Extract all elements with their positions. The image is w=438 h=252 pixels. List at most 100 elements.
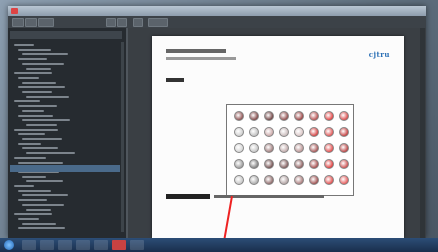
toolbar-button-3[interactable]: [38, 18, 54, 27]
sample-swatch: [294, 159, 304, 169]
tree-item[interactable]: [26, 67, 51, 70]
sample-swatch: [339, 111, 349, 121]
document-header: [166, 49, 226, 53]
toolbar-button-5[interactable]: [117, 18, 127, 27]
toolbar-button-7[interactable]: [148, 18, 168, 27]
tree-item[interactable]: [18, 189, 51, 192]
tree-item[interactable]: [22, 222, 56, 225]
tree-item[interactable]: [22, 62, 64, 65]
tree-item[interactable]: [22, 147, 58, 150]
sample-swatch: [264, 175, 274, 185]
tree-item[interactable]: [26, 152, 75, 155]
tree-item[interactable]: [18, 76, 39, 79]
sample-swatch: [249, 111, 259, 121]
tree-item[interactable]: [14, 156, 46, 159]
tree-item[interactable]: [14, 72, 52, 75]
tree-item[interactable]: [18, 227, 65, 230]
sample-swatch: [279, 143, 289, 153]
tree-item[interactable]: [14, 100, 40, 103]
sample-swatch: [294, 127, 304, 137]
sample-grid: [226, 104, 354, 196]
sample-swatch: [279, 175, 289, 185]
tree-item[interactable]: [18, 105, 57, 108]
title-bar[interactable]: [8, 6, 426, 16]
toolbar-button-1[interactable]: [12, 18, 24, 27]
sample-swatch: [234, 175, 244, 185]
tree-item[interactable]: [22, 109, 44, 112]
sample-swatch: [324, 127, 334, 137]
desktop: cjtru: [0, 0, 438, 252]
taskbar-item-6[interactable]: [112, 240, 126, 250]
tree-item[interactable]: [18, 161, 63, 164]
sample-swatch: [264, 159, 274, 169]
app-icon: [11, 8, 18, 14]
tree-item[interactable]: [22, 81, 56, 84]
sample-swatch: [324, 175, 334, 185]
toolbar-button-4[interactable]: [106, 18, 116, 27]
tree-item[interactable]: [22, 175, 46, 178]
navigation-sidebar: [8, 28, 128, 238]
document-scrollbar[interactable]: [420, 28, 425, 238]
sample-swatch: [339, 143, 349, 153]
tree-item[interactable]: [18, 199, 47, 202]
tree-item[interactable]: [18, 86, 65, 89]
toolbar-button-2[interactable]: [25, 18, 37, 27]
sample-swatch: [309, 175, 319, 185]
sample-swatch: [279, 111, 289, 121]
sample-swatch: [309, 143, 319, 153]
taskbar: [0, 238, 438, 252]
tree-item[interactable]: [18, 58, 47, 61]
figure-caption-label: [166, 194, 210, 199]
tree-item[interactable]: [26, 180, 63, 183]
sample-swatch: [279, 127, 289, 137]
tree-item[interactable]: [22, 53, 68, 56]
tree-item[interactable]: [14, 185, 34, 187]
tree-item[interactable]: [18, 48, 51, 51]
tree-item[interactable]: [14, 44, 34, 46]
tree-item[interactable]: [18, 133, 45, 136]
sample-swatch: [339, 159, 349, 169]
taskbar-item-2[interactable]: [40, 240, 54, 250]
document-area: cjtru: [128, 28, 426, 238]
tree-item[interactable]: [26, 95, 69, 98]
tree-item[interactable]: [26, 208, 51, 211]
sidebar-scrollbar[interactable]: [121, 42, 124, 232]
taskbar-item-3[interactable]: [58, 240, 72, 250]
tree-item[interactable]: [22, 91, 52, 93]
sample-swatch: [249, 143, 259, 153]
sample-swatch: [339, 175, 349, 185]
sample-swatch: [324, 111, 334, 121]
sample-swatch: [324, 159, 334, 169]
taskbar-item-4[interactable]: [76, 240, 90, 250]
tree-item[interactable]: [14, 213, 52, 216]
tree-item[interactable]: [18, 217, 39, 220]
start-button[interactable]: [4, 240, 14, 250]
sample-swatch: [234, 159, 244, 169]
tree-item[interactable]: [22, 138, 62, 140]
taskbar-item-5[interactable]: [94, 240, 108, 250]
sample-swatch: [234, 143, 244, 153]
tree-item[interactable]: [26, 123, 57, 126]
tree-item[interactable]: [14, 128, 58, 131]
sample-swatch: [279, 159, 289, 169]
toolbar-button-6[interactable]: [133, 18, 143, 27]
sample-swatch: [249, 159, 259, 169]
taskbar-item-7[interactable]: [130, 240, 144, 250]
tree-item[interactable]: [22, 119, 70, 122]
sample-swatch: [294, 143, 304, 153]
application-window: cjtru: [8, 6, 426, 238]
tree-item-selected[interactable]: [10, 165, 120, 172]
sample-swatch: [249, 127, 259, 137]
sample-swatch: [309, 111, 319, 121]
sample-swatch: [339, 127, 349, 137]
tree-item[interactable]: [18, 142, 41, 145]
taskbar-item-1[interactable]: [22, 240, 36, 250]
sample-swatch: [309, 127, 319, 137]
sample-swatch: [249, 175, 259, 185]
sidebar-header[interactable]: [10, 31, 122, 39]
sample-swatch: [294, 175, 304, 185]
tree-item[interactable]: [22, 194, 68, 197]
sample-swatch: [264, 111, 274, 121]
tree-item[interactable]: [18, 114, 53, 117]
tree-item[interactable]: [22, 203, 64, 206]
